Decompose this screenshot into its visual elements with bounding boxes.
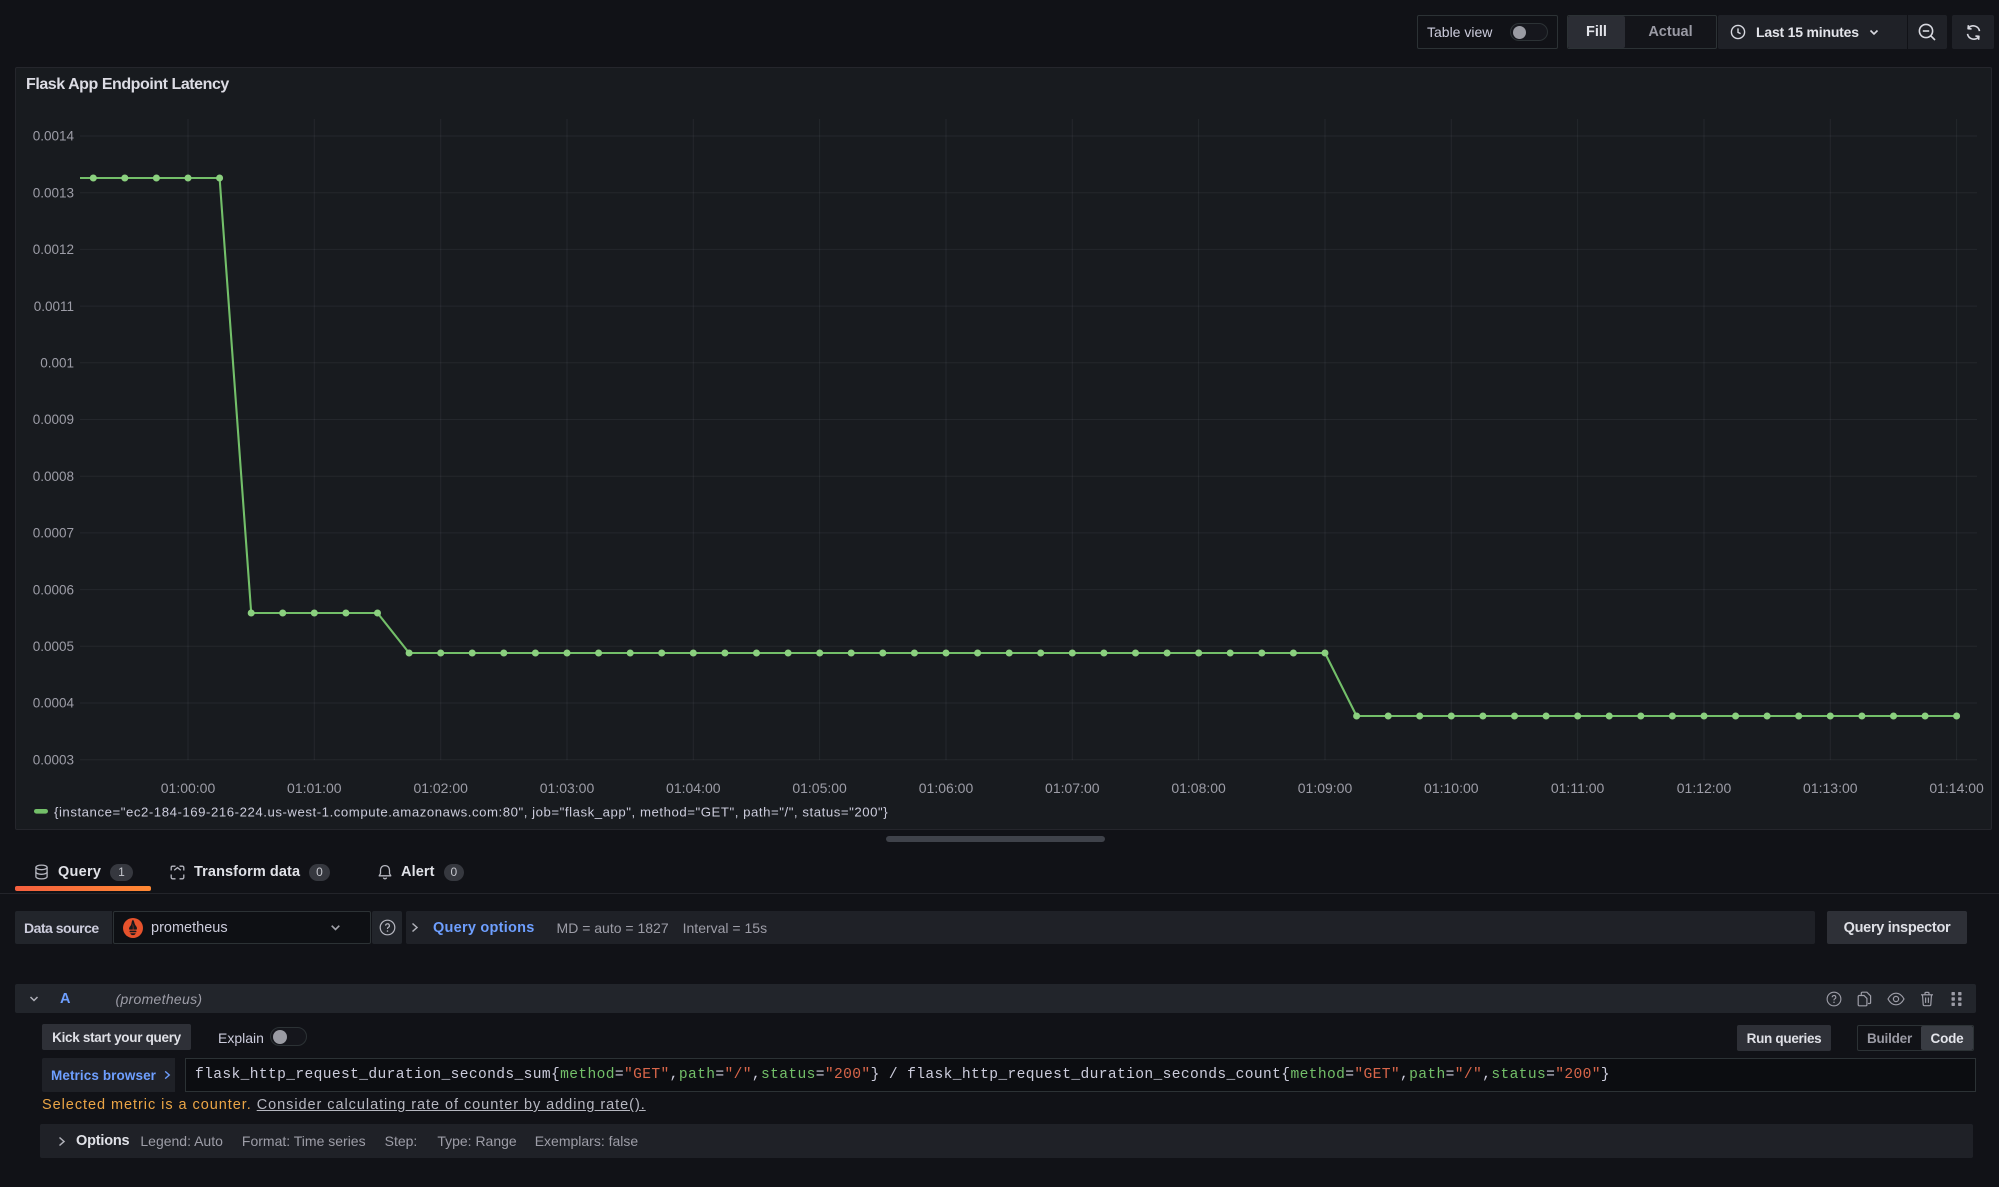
svg-text:{instance="ec2-184-169-216-224: {instance="ec2-184-169-216-224.us-west-1… [54,805,888,820]
svg-text:01:03:00: 01:03:00 [540,780,595,796]
svg-text:01:00:00: 01:00:00 [161,780,216,796]
svg-text:0.0012: 0.0012 [33,242,74,257]
svg-text:0.0009: 0.0009 [33,412,74,427]
svg-text:01:14:00: 01:14:00 [1929,780,1984,796]
svg-text:0.0014: 0.0014 [33,129,75,144]
svg-text:0.0007: 0.0007 [33,526,74,541]
svg-text:01:11:00: 01:11:00 [1551,780,1605,796]
svg-text:01:09:00: 01:09:00 [1298,780,1353,796]
svg-text:0.0005: 0.0005 [33,639,74,654]
svg-text:01:04:00: 01:04:00 [666,780,721,796]
svg-text:01:01:00: 01:01:00 [287,780,342,796]
svg-text:0.0006: 0.0006 [33,582,74,597]
svg-text:01:06:00: 01:06:00 [919,780,974,796]
svg-text:0.0013: 0.0013 [33,185,74,200]
svg-text:0.001: 0.001 [40,356,74,371]
svg-text:01:10:00: 01:10:00 [1424,780,1479,796]
svg-text:0.0008: 0.0008 [33,469,74,484]
svg-text:01:07:00: 01:07:00 [1045,780,1100,796]
svg-text:01:02:00: 01:02:00 [413,780,468,796]
svg-text:0.0011: 0.0011 [34,299,74,314]
svg-text:01:08:00: 01:08:00 [1171,780,1226,796]
svg-text:01:05:00: 01:05:00 [792,780,847,796]
svg-text:0.0004: 0.0004 [33,696,75,711]
svg-text:01:13:00: 01:13:00 [1803,780,1858,796]
svg-text:01:12:00: 01:12:00 [1677,780,1732,796]
svg-text:0.0003: 0.0003 [33,752,74,767]
